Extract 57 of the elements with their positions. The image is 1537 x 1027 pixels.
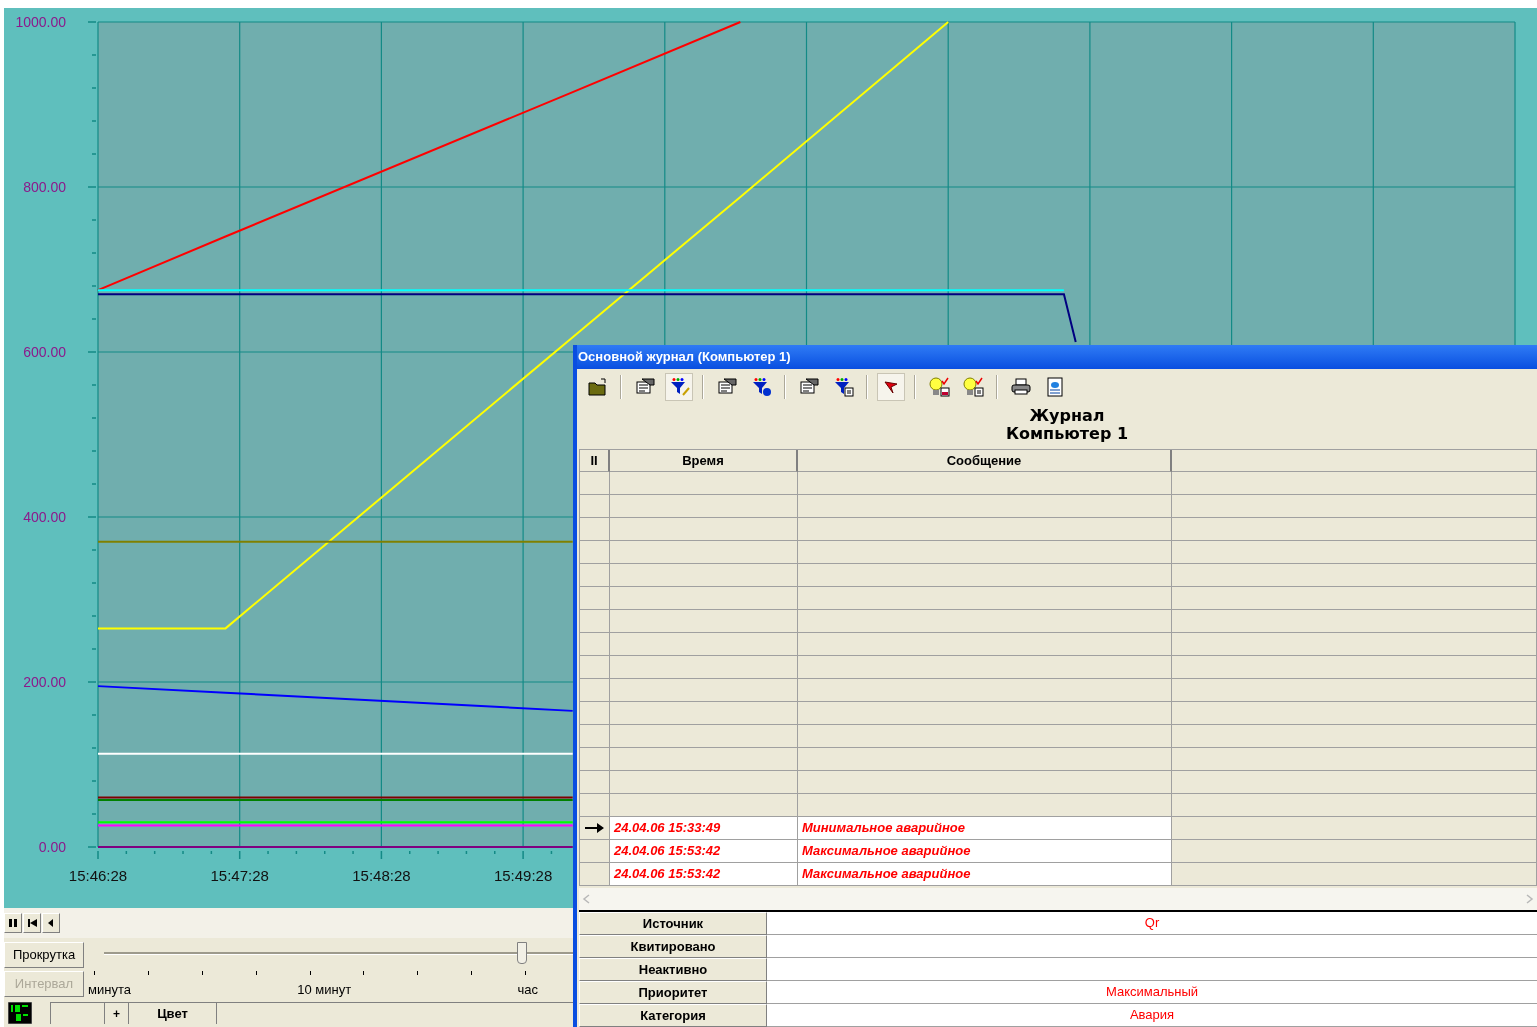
document-icon (798, 377, 820, 397)
property-label: Категория (579, 1004, 767, 1027)
toolbar-button[interactable] (877, 373, 905, 401)
legend-header-cell: + (105, 1003, 129, 1024)
y-tick-label: 1000.00 (15, 14, 66, 30)
pause-icon (7, 917, 19, 929)
back-button[interactable] (42, 913, 60, 933)
journal-heading: Журнал (1029, 407, 1105, 425)
table-cell[interactable]: 24.04.06 15:53:42 (610, 840, 798, 863)
property-label: Неактивно (579, 958, 767, 981)
lightbulb-icon (928, 377, 950, 397)
scroll-left-icon (582, 894, 590, 904)
y-tick-label: 800.00 (23, 179, 66, 195)
property-value: Авария (767, 1004, 1537, 1027)
document-icon (716, 377, 738, 397)
y-tick-label: 0.00 (38, 839, 66, 855)
skip-start-button[interactable] (23, 913, 41, 933)
window-title: Основной журнал (Компьютер 1) (577, 345, 1537, 369)
column-header: Время (610, 450, 798, 472)
table-cell[interactable]: 24.04.06 15:53:42 (610, 863, 798, 886)
x-tick-label: 15:47:28 (210, 867, 269, 884)
y-tick-label: 200.00 (23, 674, 66, 690)
slider-label: 10 минут (297, 981, 352, 999)
property-label: Квитировано (579, 935, 767, 958)
toolbar-button[interactable] (665, 373, 693, 401)
property-value: Qr (767, 912, 1537, 935)
legend-header-cell: Цвет (129, 1003, 217, 1024)
table-cell[interactable]: Минимальное аварийное (798, 817, 1172, 840)
property-label: Источник (579, 912, 767, 935)
table-cell[interactable]: Максимальное аварийное (798, 840, 1172, 863)
column-header: II (580, 450, 610, 472)
x-tick-label: 15:48:28 (352, 867, 411, 884)
arrow-icon (584, 822, 605, 834)
scroll-button[interactable]: Прокрутка (4, 942, 84, 968)
digital-display-icon (8, 1002, 32, 1024)
pause-button[interactable] (4, 913, 22, 933)
x-tick-label: 15:46:28 (68, 867, 128, 884)
scroll-right-icon (1526, 894, 1534, 904)
folder-icon (586, 377, 608, 397)
skip-start-icon (26, 917, 38, 929)
table-cell[interactable]: 24.04.06 15:33:49 (610, 817, 798, 840)
y-tick-label: 600.00 (23, 344, 66, 360)
horizontal-scrollbar[interactable] (579, 888, 1537, 910)
printer-icon (1010, 377, 1032, 397)
property-label: Приоритет (579, 981, 767, 1004)
column-header: Сообщение (798, 450, 1172, 472)
slider-label: час (517, 981, 538, 999)
x-tick-label: 15:49:28 (493, 867, 553, 884)
slider-thumb[interactable] (517, 942, 528, 964)
table-cell[interactable]: Максимальное аварийное (798, 863, 1172, 886)
property-value: Максимальный (767, 981, 1537, 1004)
lightbulb-icon (962, 377, 984, 397)
report-icon (1044, 377, 1066, 397)
slider-label: минута (88, 981, 131, 999)
y-tick-label: 400.00 (23, 509, 66, 525)
journal-heading: Компьютер 1 (1005, 425, 1129, 443)
document-icon (634, 377, 656, 397)
